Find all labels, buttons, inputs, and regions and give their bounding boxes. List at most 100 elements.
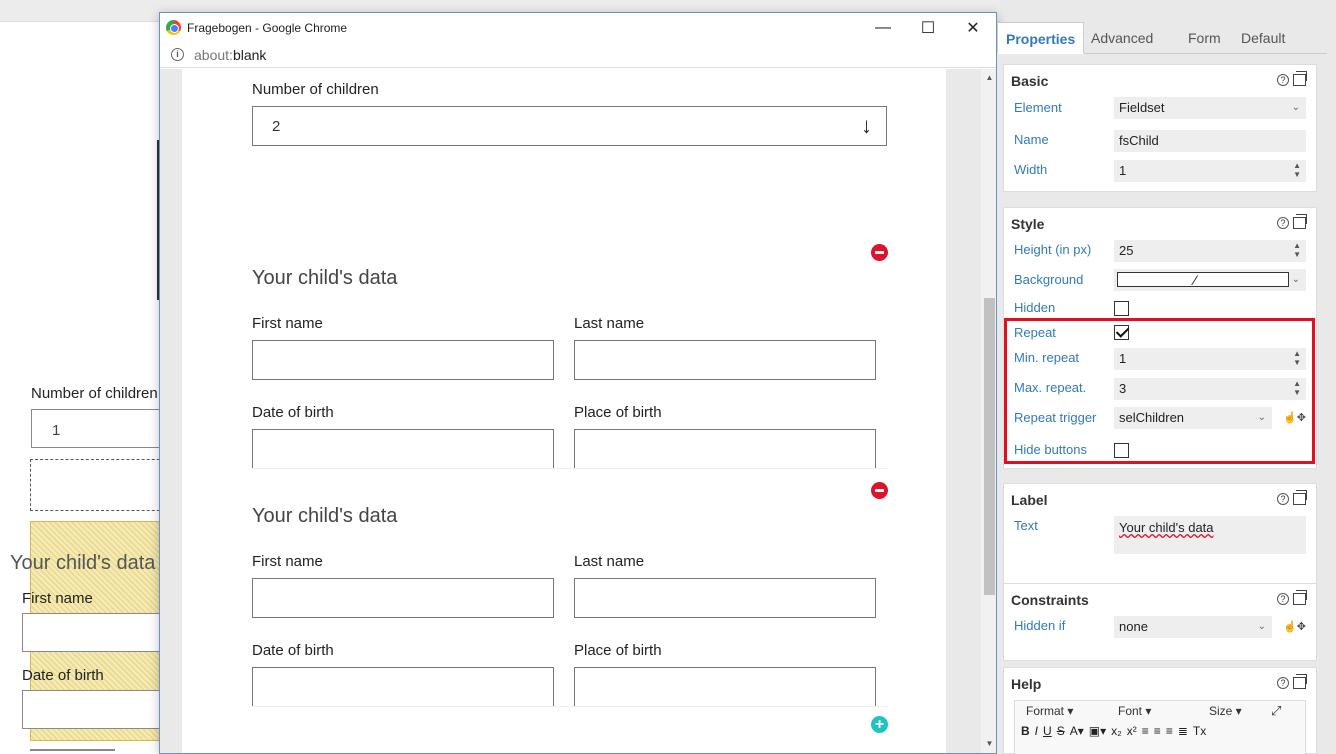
collapse-icon[interactable]: [1293, 71, 1307, 86]
hidden-label: Hidden: [1014, 300, 1056, 315]
label-text-area[interactable]: Your child's data: [1114, 516, 1306, 554]
collapse-icon[interactable]: [1293, 490, 1307, 505]
size-dropdown[interactable]: Size ▾: [1209, 704, 1242, 718]
bg-number-children-label: Number of children: [31, 385, 158, 402]
dob-input[interactable]: [252, 667, 554, 707]
pob-label: Place of birth: [574, 642, 662, 659]
hidden-if-value: none: [1119, 619, 1148, 634]
subscript-icon[interactable]: x₂: [1111, 724, 1122, 738]
form-page: Number of children 2 ↓ Your child's data…: [182, 69, 946, 753]
clear-format-icon[interactable]: Tx: [1193, 724, 1206, 738]
fieldset-separator: [252, 706, 887, 707]
bg-dob-input[interactable]: [22, 690, 162, 729]
align-left-icon[interactable]: ≡: [1142, 724, 1149, 738]
scroll-up-icon[interactable]: ▲: [981, 71, 996, 85]
help-icon[interactable]: ?: [1277, 74, 1289, 86]
align-center-icon[interactable]: ≡: [1154, 724, 1161, 738]
page-scrollbar[interactable]: ▲ ▼: [981, 69, 996, 753]
spinner-icon[interactable]: ▲ ▼: [1293, 241, 1301, 259]
first-name-input[interactable]: [252, 340, 554, 380]
number-children-value: 2: [272, 118, 281, 135]
info-icon[interactable]: i: [171, 48, 184, 61]
format-dropdown[interactable]: Format ▾: [1026, 704, 1073, 718]
help-title: Help: [1011, 676, 1042, 692]
text-color-icon[interactable]: A▾: [1070, 724, 1084, 738]
color-swatch[interactable]: [1117, 272, 1289, 287]
element-value: Fieldset: [1119, 100, 1165, 115]
magic-wand-icon[interactable]: ⁄: [1194, 269, 1196, 291]
font-dropdown[interactable]: Font ▾: [1118, 704, 1151, 718]
bg-color-icon[interactable]: ▣▾: [1089, 724, 1106, 738]
help-icon[interactable]: ?: [1277, 593, 1289, 605]
element-select[interactable]: Fieldset ⌄: [1114, 97, 1306, 119]
close-button[interactable]: ✕: [950, 13, 996, 42]
size-label: Size: [1209, 704, 1233, 718]
tab-properties[interactable]: Properties: [997, 22, 1085, 54]
height-input[interactable]: 25 ▲ ▼: [1114, 240, 1306, 262]
first-name-input[interactable]: [252, 578, 554, 618]
maximize-icon[interactable]: ⤢: [1271, 703, 1281, 719]
dob-input[interactable]: [252, 429, 554, 469]
pob-input[interactable]: [574, 429, 876, 469]
fieldset-title: Your child's data: [252, 505, 398, 527]
bg-number-children-select[interactable]: 1: [31, 409, 171, 448]
add-fieldset-button[interactable]: [871, 716, 888, 733]
last-name-input[interactable]: [574, 578, 876, 618]
address-bar[interactable]: i about:blank: [160, 42, 996, 68]
bg-dob-label: Date of birth: [22, 667, 104, 684]
width-value: 1: [1119, 163, 1127, 178]
underline-icon[interactable]: U: [1043, 724, 1052, 738]
format-label: Format: [1026, 704, 1065, 718]
label-section: Label ? Text Your child's data: [1003, 483, 1317, 597]
italic-icon[interactable]: I: [1035, 724, 1038, 738]
minimize-button[interactable]: —: [860, 13, 906, 42]
rich-text-editor[interactable]: Format ▾ Font ▾ Size ▾ ⤢ B I U S A▾ ▣▾ x₂ x² ≡ ≡ ≡…: [1014, 700, 1306, 754]
basic-title: Basic: [1011, 73, 1049, 89]
bg-first-name-input[interactable]: [22, 613, 162, 652]
repeat-highlight-box: [1004, 318, 1315, 464]
remove-fieldset-button[interactable]: [871, 482, 888, 499]
url-text[interactable]: about:blank: [194, 47, 266, 63]
hidden-if-select[interactable]: none ⌄: [1114, 616, 1272, 638]
background-color-picker[interactable]: ⁄ ⌄: [1114, 269, 1306, 291]
arrow-down-icon: ↓: [861, 113, 872, 138]
maximize-button[interactable]: ☐: [905, 13, 951, 42]
last-name-label: Last name: [574, 315, 645, 332]
collapse-icon[interactable]: [1293, 214, 1307, 229]
label-text-value: Your child's data: [1119, 520, 1214, 535]
bg-drop-placeholder[interactable]: [30, 459, 170, 511]
chrome-titlebar[interactable]: Fragebogen - Google Chrome — ☐ ✕: [160, 13, 996, 42]
pick-element-icon[interactable]: ☝✥: [1283, 620, 1306, 633]
strike-icon[interactable]: S: [1057, 724, 1065, 738]
last-name-input[interactable]: [574, 340, 876, 380]
tab-advanced[interactable]: Advanced: [1083, 22, 1161, 54]
tab-form[interactable]: Form: [1180, 22, 1229, 54]
help-icon[interactable]: ?: [1277, 217, 1289, 229]
scroll-down-icon[interactable]: ▼: [981, 737, 996, 751]
bg-number-children-value: 1: [52, 422, 61, 439]
last-name-label: Last name: [574, 553, 645, 570]
bg-fieldset-title: Your child's data: [10, 552, 156, 574]
collapse-icon[interactable]: [1293, 674, 1307, 689]
help-icon[interactable]: ?: [1277, 493, 1289, 505]
pob-input[interactable]: [574, 667, 876, 707]
hidden-checkbox[interactable]: [1114, 301, 1129, 316]
font-label: Font: [1118, 704, 1143, 718]
scroll-thumb[interactable]: [984, 298, 995, 595]
tab-default[interactable]: Default: [1233, 22, 1293, 54]
fieldset-separator: [252, 468, 887, 469]
remove-fieldset-button[interactable]: [871, 244, 888, 261]
number-children-select[interactable]: 2 ↓: [252, 106, 887, 146]
help-icon[interactable]: ?: [1277, 677, 1289, 689]
bold-icon[interactable]: B: [1021, 724, 1030, 738]
name-input[interactable]: fsChild: [1114, 130, 1306, 152]
pob-label: Place of birth: [574, 404, 662, 421]
collapse-icon[interactable]: [1293, 590, 1307, 605]
width-input[interactable]: 1 ▲ ▼: [1114, 160, 1306, 182]
superscript-icon[interactable]: x²: [1127, 724, 1137, 738]
dob-label: Date of birth: [252, 642, 334, 659]
spinner-icon[interactable]: ▲ ▼: [1293, 161, 1301, 179]
fieldset-title: Your child's data: [252, 267, 398, 289]
justify-icon[interactable]: ≣: [1178, 724, 1188, 738]
align-right-icon[interactable]: ≡: [1166, 724, 1173, 738]
